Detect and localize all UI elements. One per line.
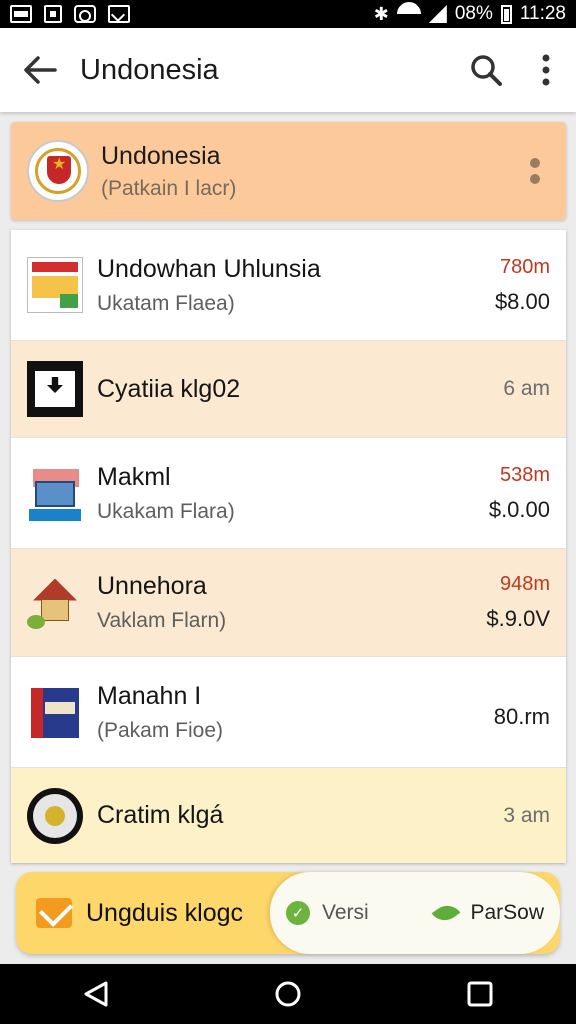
bluetooth-icon: ✱ (373, 3, 389, 24)
clock: 11:28 (519, 3, 566, 24)
more-vert-icon (542, 54, 550, 86)
system-nav-bar (0, 964, 576, 1024)
mail-icon (36, 898, 72, 928)
item-subtitle: Vaklam Flarn) (97, 609, 227, 632)
country-emblem-icon: ★ (27, 140, 89, 202)
battery-icon (500, 4, 512, 24)
list-item[interactable]: Unnehora Vaklam Flarn) 948m $.9.0V (11, 549, 566, 657)
list-item[interactable]: Manahn I (Pakam Fioe) 80.rm (11, 657, 566, 768)
nav-back-button[interactable] (66, 964, 126, 1024)
square-recents-icon (467, 981, 493, 1007)
nav-home-button[interactable] (258, 964, 318, 1024)
list-item[interactable]: Cratim klgá 3 am (11, 768, 566, 863)
list-item[interactable]: Undowhan Uhlunsia Ukatam Flaea) 780m $8.… (11, 230, 566, 341)
item-title: Manahn I (97, 681, 202, 710)
pill-left-label[interactable]: Versi (322, 901, 369, 925)
item-price: $.9.0V (486, 606, 550, 631)
triangle-back-icon (84, 981, 108, 1007)
item-time: 6 am (503, 377, 550, 400)
item-title: Cratim klgá (97, 801, 224, 829)
nav-recents-button[interactable] (450, 964, 510, 1024)
item-price: 80.rm (493, 704, 550, 729)
download-box-thumbnail-icon (27, 361, 83, 417)
item-distance: 538m (499, 463, 550, 486)
download-notification-icon (108, 5, 130, 23)
back-button[interactable] (0, 28, 80, 112)
item-price: $8.00 (494, 288, 550, 314)
circle-home-icon (275, 981, 301, 1007)
item-title: Unnehora (97, 572, 207, 600)
hut-thumbnail-icon (27, 575, 83, 631)
page-title: Undonesia (80, 53, 219, 86)
list-item[interactable]: Cyatiia klg02 6 am (11, 341, 566, 438)
square-notification-icon (44, 5, 62, 23)
app-bar: Undonesia (0, 28, 576, 112)
pill-right-label[interactable]: ParSow (470, 901, 544, 925)
header-card-menu-icon[interactable] (520, 158, 550, 184)
wifi-icon (397, 5, 421, 23)
item-title: Cyatiia klg02 (97, 374, 241, 403)
package-thumbnail-icon (27, 684, 83, 740)
book-thumbnail-icon (27, 257, 83, 313)
search-icon (471, 55, 502, 86)
leaf-icon[interactable] (432, 899, 460, 927)
building-thumbnail-icon (27, 465, 83, 521)
item-subtitle: (Pakam Fioe) (97, 718, 224, 742)
item-title: Undowhan Uhlunsia (97, 254, 321, 283)
settings-notification-icon (74, 5, 96, 23)
item-subtitle: Ukatam Flaea) (97, 291, 235, 315)
country-header-card[interactable]: ★ Undonesia (Patkain I lacr) (11, 122, 566, 220)
bottom-bar-main-button[interactable]: Ungduis klogc (36, 872, 243, 954)
header-card-title: Undonesia (101, 141, 221, 170)
item-distance: 780m (499, 255, 550, 278)
battery-percent: 08% (454, 3, 493, 24)
item-time: 3 am (503, 803, 550, 827)
item-title: Makml (97, 462, 171, 491)
badge-thumbnail-icon (27, 787, 83, 844)
bottom-bar-pill: ✓ Versi ParSow (270, 872, 560, 954)
bottom-bar-label: Ungduis klogc (86, 898, 244, 927)
more-options-button[interactable] (516, 28, 576, 112)
place-list: Undowhan Uhlunsia Ukatam Flaea) 780m $8.… (11, 230, 566, 863)
bottom-action-bar: Ungduis klogc ✓ Versi ParSow (16, 872, 560, 954)
header-card-subtitle: (Patkain I lacr) (101, 176, 237, 200)
list-item[interactable]: Makml Ukakam Flara) 538m $.0.00 (11, 438, 566, 549)
item-price: $.0.00 (488, 496, 550, 522)
image-notification-icon (10, 5, 32, 23)
check-circle-icon[interactable]: ✓ (286, 901, 310, 925)
status-bar: ✱ 08% 11:28 (0, 0, 576, 28)
signal-icon (428, 5, 447, 23)
item-subtitle: Ukakam Flara) (97, 499, 235, 523)
item-distance: 948m (499, 573, 550, 595)
search-button[interactable] (456, 28, 516, 112)
back-arrow-icon (24, 56, 57, 84)
